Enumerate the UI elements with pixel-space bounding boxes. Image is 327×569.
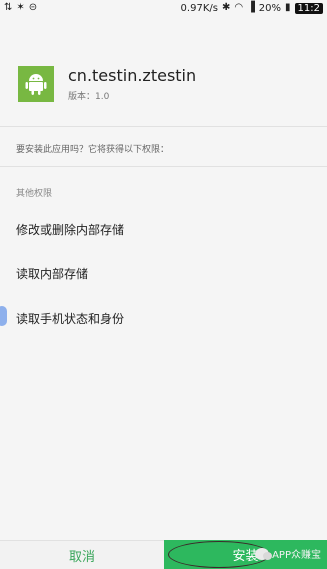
status-bar: ⇅ ✶ ⊝ 0.97K/s ✱ ◠ ▐ 20% ▮ 11:2	[0, 0, 327, 16]
app-name: cn.testin.ztestin	[68, 66, 197, 85]
bottom-action-bar: 取消 安装 APP众赚宝	[0, 540, 327, 569]
wechat-icon	[255, 547, 273, 560]
edge-handle[interactable]	[0, 306, 7, 326]
status-bar-left: ⇅ ✶ ⊝	[4, 3, 37, 13]
cancel-button[interactable]: 取消	[0, 540, 164, 569]
usb-icon: ⇅	[4, 2, 13, 13]
watermark-text: APP众赚宝	[272, 550, 321, 561]
bug-icon: ✶	[16, 2, 25, 13]
sync-icon: ⊝	[28, 2, 38, 13]
app-version: 版本：1.0	[68, 92, 110, 102]
android-icon	[18, 66, 54, 102]
install-prompt: 要安装此应用吗？它将获得以下权限：	[16, 145, 170, 155]
clock: 11:2	[294, 2, 323, 14]
install-button[interactable]: 安装 APP众赚宝	[164, 540, 327, 569]
permission-item: 修改或删除内部存储	[16, 223, 125, 237]
battery-icon: ▮	[285, 2, 291, 13]
permission-section-title: 其他权限	[16, 189, 53, 199]
permission-item: 读取内部存储	[16, 267, 89, 281]
battery-level: 20%	[258, 2, 282, 14]
status-bar-right: 0.97K/s ✱ ◠ ▐ 20% ▮ 11:2	[180, 2, 323, 14]
wifi-icon: ◠	[234, 2, 244, 13]
prompt-divider	[0, 166, 327, 167]
app-info: cn.testin.ztestin 版本：1.0	[68, 66, 196, 102]
network-speed: 0.97K/s	[180, 2, 218, 14]
bluetooth-icon: ✱	[221, 2, 231, 13]
watermark: APP众赚宝	[255, 546, 321, 561]
install-screen: ⇅ ✶ ⊝ 0.97K/s ✱ ◠ ▐ 20% ▮ 11:2 cn.testin…	[0, 0, 327, 569]
permission-item: 读取手机状态和身份	[16, 312, 125, 326]
header-divider	[0, 126, 327, 127]
android-robot-icon	[25, 74, 47, 95]
app-header: cn.testin.ztestin 版本：1.0	[18, 66, 196, 102]
signal-icon: ▐	[247, 2, 255, 13]
